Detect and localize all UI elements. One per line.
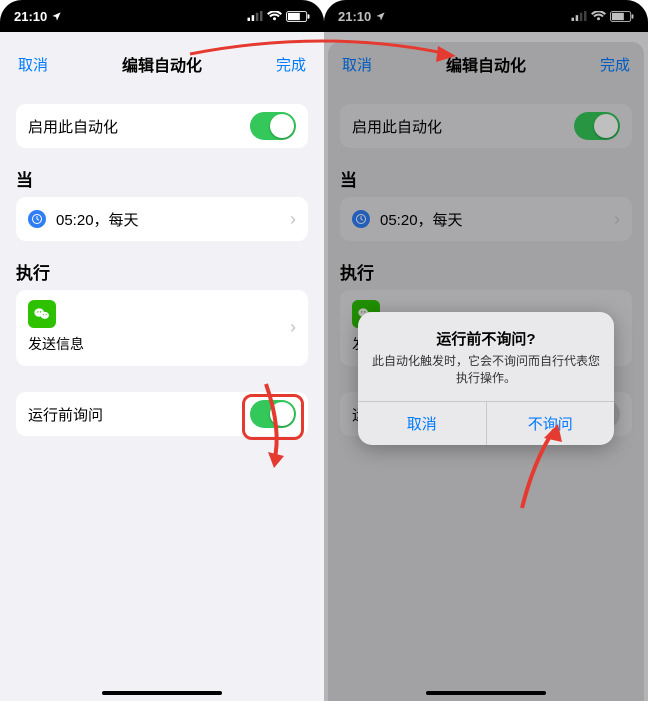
alert-confirm-button[interactable]: 不询问 — [487, 402, 615, 445]
action-label: 发送信息 — [28, 334, 84, 354]
enable-label: 启用此自动化 — [352, 116, 442, 137]
status-time: 21:10 — [14, 9, 47, 24]
signal-icon — [247, 11, 263, 21]
enable-group: 启用此自动化 — [340, 104, 632, 148]
battery-icon — [610, 11, 634, 22]
nav-bar: 取消 编辑自动化 完成 — [328, 42, 644, 86]
wechat-icon — [28, 300, 56, 328]
wifi-icon — [591, 11, 606, 22]
phone-right: 21:10 取消 编辑自动化 完成 — [324, 0, 648, 701]
when-time-label: 05:20，每天 — [56, 209, 139, 230]
done-button[interactable]: 完成 — [276, 54, 306, 75]
enable-toggle[interactable] — [250, 112, 296, 140]
ask-row[interactable]: 运行前询问 — [16, 392, 308, 436]
ask-group: 运行前询问 — [16, 392, 308, 436]
chevron-right-icon: › — [290, 209, 296, 230]
enable-row[interactable]: 启用此自动化 — [340, 104, 632, 148]
do-header: 执行 — [16, 259, 308, 284]
do-header: 执行 — [340, 259, 632, 284]
cancel-button[interactable]: 取消 — [18, 54, 48, 75]
clock-icon — [352, 210, 370, 228]
clock-icon — [28, 210, 46, 228]
nav-bar: 取消 编辑自动化 完成 — [4, 42, 320, 86]
alert-dialog: 运行前不询问? 此自动化触发时，它会不询问而自行代表您执行操作。 取消 不询问 — [358, 312, 614, 445]
done-button[interactable]: 完成 — [600, 54, 630, 75]
home-indicator — [102, 691, 222, 695]
phone-left: 21:10 取消 编辑自动化 完成 — [0, 0, 324, 701]
status-bar: 21:10 — [0, 0, 324, 32]
enable-toggle[interactable] — [574, 112, 620, 140]
battery-icon — [286, 11, 310, 22]
chevron-right-icon: › — [290, 317, 296, 338]
home-indicator — [426, 691, 546, 695]
ask-label: 运行前询问 — [28, 404, 103, 425]
when-group: 05:20，每天 › — [340, 197, 632, 241]
status-bar: 21:10 — [324, 0, 648, 32]
ask-toggle[interactable] — [250, 400, 296, 428]
location-icon — [51, 11, 62, 22]
when-time-label: 05:20，每天 — [380, 209, 463, 230]
sheet: 取消 编辑自动化 完成 启用此自动化 当 05:20，每天 — [4, 42, 320, 701]
when-row[interactable]: 05:20，每天 › — [16, 197, 308, 241]
alert-cancel-button[interactable]: 取消 — [358, 402, 487, 445]
nav-title: 编辑自动化 — [122, 52, 202, 76]
when-group: 05:20，每天 › — [16, 197, 308, 241]
enable-group: 启用此自动化 — [16, 104, 308, 148]
wifi-icon — [267, 11, 282, 22]
alert-title: 运行前不询问? — [372, 328, 600, 349]
do-group[interactable]: 发送信息 › — [16, 290, 308, 366]
enable-label: 启用此自动化 — [28, 116, 118, 137]
status-time: 21:10 — [338, 9, 371, 24]
nav-title: 编辑自动化 — [446, 52, 526, 76]
cancel-button[interactable]: 取消 — [342, 54, 372, 75]
when-row[interactable]: 05:20，每天 › — [340, 197, 632, 241]
chevron-right-icon: › — [614, 209, 620, 230]
enable-row[interactable]: 启用此自动化 — [16, 104, 308, 148]
when-header: 当 — [16, 166, 308, 191]
location-icon — [375, 11, 386, 22]
signal-icon — [571, 11, 587, 21]
alert-message: 此自动化触发时，它会不询问而自行代表您执行操作。 — [372, 353, 600, 387]
when-header: 当 — [340, 166, 632, 191]
